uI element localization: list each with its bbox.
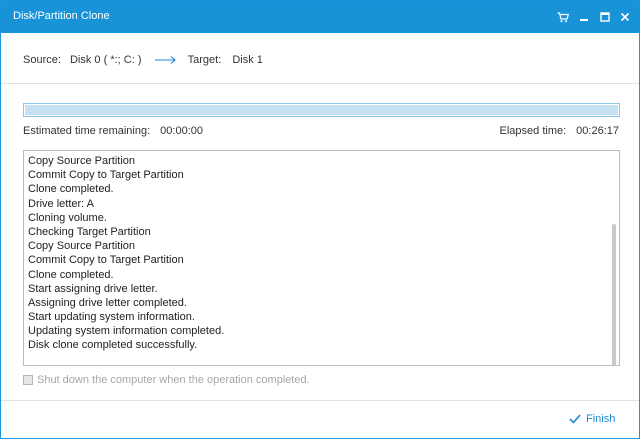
log-line: Cloning volume.	[28, 211, 107, 224]
target-value: Disk 1	[232, 54, 263, 67]
check-icon	[569, 414, 581, 424]
header-divider	[1, 83, 639, 84]
close-icon[interactable]	[615, 7, 635, 27]
footer-divider	[1, 400, 639, 401]
shutdown-checkbox	[23, 375, 33, 385]
estimated-time-value: 00:00:00	[160, 125, 203, 137]
shutdown-label: Shut down the computer when the operatio…	[37, 374, 310, 386]
target-label: Target:	[187, 54, 222, 67]
log-line: Disk clone completed successfully.	[28, 339, 198, 352]
elapsed-time-value: 00:26:17	[576, 125, 619, 137]
log-line: Commit Copy to Target Partition	[28, 169, 184, 182]
log-lines: Copy Source Partition Commit Copy to Targ…	[28, 154, 588, 353]
maximize-icon[interactable]	[595, 7, 615, 27]
log-scroll-thumb[interactable]	[612, 224, 616, 365]
log-line: Drive letter: A	[28, 197, 95, 210]
arrow-right-icon	[154, 56, 176, 65]
log-line: Start assigning drive letter.	[28, 282, 158, 295]
source-target-line: Source: Disk 0 ( *:; C: ) Target: Disk 1	[23, 54, 263, 66]
source-label: Source:	[23, 54, 61, 67]
finish-label: Finish	[586, 413, 616, 425]
elapsed-time: Elapsed time: 00:26:17	[500, 125, 619, 137]
clone-window: Disk/Partition Clone Source: Disk 0 ( *:…	[0, 0, 640, 439]
minimize-icon[interactable]	[574, 7, 594, 27]
finish-button[interactable]: Finish	[569, 413, 615, 425]
clone-progress-bar	[23, 103, 620, 117]
cart-icon[interactable]	[553, 7, 573, 27]
elapsed-time-label: Elapsed time:	[499, 125, 567, 137]
log-line: Start updating system information.	[28, 311, 195, 324]
title-bar[interactable]: Disk/Partition Clone	[1, 1, 639, 33]
log-line: Checking Target Partition	[28, 225, 151, 238]
log-line: Assigning drive letter completed.	[28, 296, 187, 309]
log-line: Copy Source Partition	[28, 155, 135, 167]
operation-log[interactable]: Copy Source Partition Commit Copy to Targ…	[23, 150, 620, 366]
estimated-time: Estimated time remaining: 00:00:00	[23, 125, 203, 137]
source-value: Disk 0 ( *:; C: )	[69, 54, 142, 67]
log-line: Clone completed.	[28, 183, 114, 196]
log-line: Commit Copy to Target Partition	[28, 254, 184, 267]
log-scrollbar[interactable]	[609, 151, 619, 365]
log-line: Updating system information completed.	[28, 325, 225, 338]
estimated-time-label: Estimated time remaining:	[23, 125, 151, 137]
window-title: Disk/Partition Clone	[13, 10, 110, 22]
progress-fill	[25, 105, 618, 115]
log-line: Clone completed.	[28, 268, 114, 281]
shutdown-option: Shut down the computer when the operatio…	[23, 374, 310, 386]
log-line: Copy Source Partition	[28, 240, 135, 253]
